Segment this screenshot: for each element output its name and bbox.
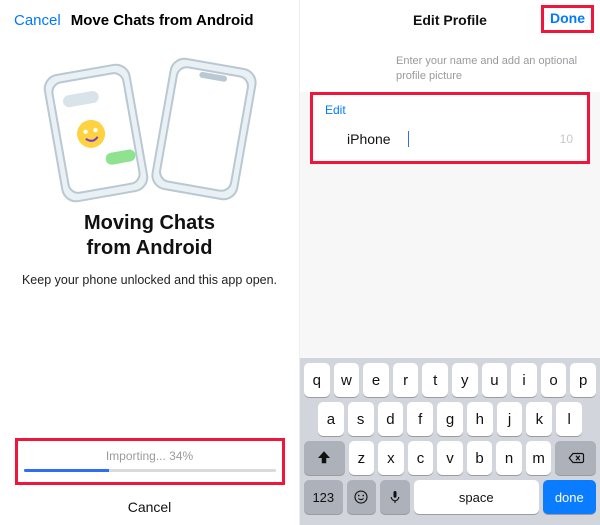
keyboard-row-1: qwertyuiop [304, 363, 596, 397]
key-m[interactable]: m [526, 441, 552, 475]
space-key[interactable]: space [414, 480, 539, 514]
key-j[interactable]: j [497, 402, 523, 436]
shift-key[interactable] [304, 441, 345, 475]
cancel-button-top[interactable]: Cancel [14, 12, 61, 29]
key-d[interactable]: d [378, 402, 404, 436]
name-char-remaining: 10 [560, 132, 573, 146]
edit-photo-link[interactable]: Edit [313, 95, 587, 121]
mic-icon [386, 488, 404, 506]
key-z[interactable]: z [349, 441, 375, 475]
key-k[interactable]: k [526, 402, 552, 436]
key-v[interactable]: v [437, 441, 463, 475]
edit-profile-pane: Edit Profile Done Enter your name and ad… [300, 0, 600, 525]
right-header-title: Edit Profile [413, 12, 487, 28]
done-highlight: Done [541, 5, 594, 33]
left-header: Cancel Move Chats from Android [14, 12, 285, 29]
profile-hint: Enter your name and add an optional prof… [300, 40, 600, 92]
key-e[interactable]: e [363, 363, 389, 397]
ios-keyboard: qwertyuiop asdfghjkl zxcvbnm 123 [300, 358, 600, 525]
emoji-icon [352, 488, 370, 506]
move-chats-pane: Cancel Move Chats from Android M [0, 0, 300, 525]
import-progress-block: Importing... 34% [15, 438, 285, 485]
app-container: Cancel Move Chats from Android M [0, 0, 600, 525]
key-i[interactable]: i [511, 363, 537, 397]
keyboard-row-2: asdfghjkl [304, 402, 596, 436]
key-s[interactable]: s [348, 402, 374, 436]
heading-line-1: Moving Chats [84, 212, 215, 234]
key-w[interactable]: w [334, 363, 360, 397]
text-caret [408, 131, 409, 147]
name-input-row[interactable]: iPhone 10 [313, 121, 587, 161]
emoji-key[interactable] [347, 480, 377, 514]
backspace-icon [567, 449, 585, 467]
key-u[interactable]: u [482, 363, 508, 397]
cancel-button-bottom[interactable]: Cancel [128, 499, 172, 515]
keyboard-done-key[interactable]: done [543, 480, 596, 514]
numbers-key[interactable]: 123 [304, 480, 343, 514]
key-o[interactable]: o [541, 363, 567, 397]
key-b[interactable]: b [467, 441, 493, 475]
key-r[interactable]: r [393, 363, 419, 397]
instruction-text: Keep your phone unlocked and this app op… [22, 273, 277, 287]
key-a[interactable]: a [318, 402, 344, 436]
key-n[interactable]: n [496, 441, 522, 475]
key-g[interactable]: g [437, 402, 463, 436]
phones-illustration [35, 47, 265, 207]
mic-key[interactable] [380, 480, 410, 514]
right-header: Edit Profile Done [300, 0, 600, 40]
moving-chats-heading: Moving Chats from Android [84, 211, 215, 261]
name-edit-block: Edit iPhone 10 [310, 92, 590, 164]
key-t[interactable]: t [422, 363, 448, 397]
backspace-key[interactable] [555, 441, 596, 475]
shift-icon [315, 449, 333, 467]
progress-label: Importing... 34% [24, 449, 276, 463]
key-f[interactable]: f [407, 402, 433, 436]
key-x[interactable]: x [378, 441, 404, 475]
key-p[interactable]: p [570, 363, 596, 397]
key-q[interactable]: q [304, 363, 330, 397]
heading-line-2: from Android [87, 237, 213, 259]
key-y[interactable]: y [452, 363, 478, 397]
key-h[interactable]: h [467, 402, 493, 436]
progress-fill [24, 469, 110, 472]
keyboard-row-3: zxcvbnm [304, 441, 596, 475]
keyboard-row-4: 123 space done [304, 480, 596, 514]
progress-bar [24, 469, 276, 472]
left-header-title: Move Chats from Android [71, 12, 254, 29]
done-button[interactable]: Done [550, 10, 585, 26]
key-c[interactable]: c [408, 441, 434, 475]
key-l[interactable]: l [556, 402, 582, 436]
name-input[interactable]: iPhone [347, 131, 407, 147]
